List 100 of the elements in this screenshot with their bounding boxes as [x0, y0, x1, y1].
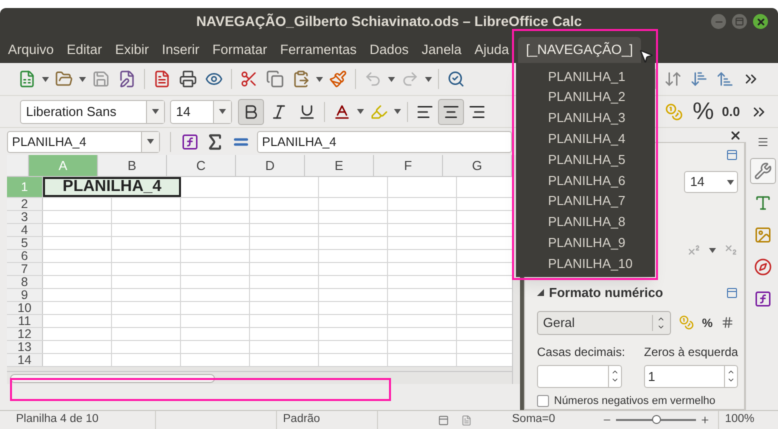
save-as-icon — [118, 70, 136, 88]
row-header[interactable]: 9 — [7, 289, 43, 301]
category-select[interactable]: Geral — [537, 310, 671, 334]
menu-item[interactable]: Arquivo — [8, 37, 54, 63]
function-wizard-icon[interactable] — [181, 132, 199, 150]
dropdown-item[interactable]: PLANILHA_3 — [516, 108, 655, 128]
caret-icon — [388, 76, 395, 82]
dropdown-item[interactable]: PLANILHA_1 — [516, 66, 655, 87]
dropdown-item[interactable]: PLANILHA_4 — [516, 128, 655, 150]
menu-item[interactable]: Editar — [66, 37, 102, 63]
dropdown-icon — [152, 109, 159, 114]
row-header[interactable]: 3 — [7, 211, 43, 223]
column-header[interactable]: E — [305, 155, 374, 176]
number-icon[interactable] — [720, 316, 734, 329]
caret-icon — [42, 76, 49, 82]
compass-icon — [754, 258, 772, 276]
page-style: Padrão — [282, 412, 322, 428]
menu-item[interactable]: [_NAVEGAÇÃO_] — [518, 37, 642, 63]
dropdown-item[interactable]: PLANILHA_6 — [516, 170, 655, 191]
menu-item[interactable]: Janela — [422, 37, 462, 63]
row-header[interactable]: 7 — [7, 263, 43, 275]
sidebar-font-size-combobox[interactable]: 14 — [684, 171, 738, 193]
percent-button[interactable]: % — [690, 98, 716, 124]
gallery-icon — [754, 226, 772, 244]
dropdown-item[interactable]: PLANILHA_10 — [516, 253, 655, 274]
align-center-button[interactable] — [438, 98, 464, 124]
menu-item[interactable]: Dados — [370, 37, 409, 63]
cut-icon — [240, 70, 258, 88]
zoom-level: 100% — [724, 412, 754, 428]
row-header[interactable]: 8 — [7, 276, 43, 288]
menu-icon[interactable] — [757, 136, 769, 148]
row-header[interactable]: 5 — [7, 237, 43, 249]
open-icon — [55, 70, 73, 88]
decimal-button[interactable]: 0.0 — [720, 102, 742, 122]
sidebar-font-size-text: 14 — [689, 173, 706, 191]
dropdown-item[interactable]: PLANILHA_7 — [516, 190, 655, 212]
column-header[interactable]: D — [236, 155, 305, 176]
dropdown-icon — [147, 139, 154, 144]
checkbox-label: Números negativos em vermelho — [554, 394, 716, 408]
save-icon — [92, 70, 110, 88]
font-name-combobox[interactable]: Liberation Sans — [20, 100, 165, 124]
clone-format-icon — [329, 70, 347, 88]
column-header[interactable]: C — [167, 155, 236, 176]
column-header[interactable]: G — [443, 155, 512, 176]
row-header[interactable]: 12 — [7, 328, 43, 340]
close-sidebar-icon[interactable] — [729, 128, 742, 142]
leading-zeros-field[interactable]: 1 — [644, 364, 738, 388]
decimal-places-field[interactable] — [537, 364, 622, 388]
sort-descending-icon — [690, 70, 708, 88]
spellcheck-icon — [447, 70, 465, 88]
redo-icon — [401, 70, 419, 88]
more-options-icon[interactable] — [726, 286, 738, 299]
field-label: Casas decimais: — [537, 344, 626, 360]
sidebar-scrollbar[interactable] — [744, 143, 746, 409]
row-header[interactable]: 11 — [7, 315, 43, 327]
dropdown-item[interactable]: PLANILHA_5 — [516, 149, 655, 170]
menu-item[interactable]: Formatar — [212, 37, 268, 63]
dropdown-item[interactable]: PLANILHA_8 — [516, 212, 655, 232]
menu-item[interactable]: Inserir — [162, 37, 200, 63]
checkbox[interactable] — [537, 394, 549, 407]
zoom-in-icon[interactable] — [700, 415, 710, 425]
menu-item[interactable]: Ajuda — [474, 37, 509, 63]
name-box[interactable]: PLANILHA_4 — [7, 130, 160, 152]
bold-button[interactable] — [238, 98, 264, 124]
row-header[interactable]: 10 — [7, 302, 43, 314]
close-button[interactable] — [753, 14, 768, 29]
copy-icon — [266, 70, 284, 88]
pdf-icon — [153, 70, 171, 88]
menu-item[interactable]: Exibir — [115, 37, 149, 63]
formula-input[interactable]: PLANILHA_4 — [257, 130, 512, 152]
row-header[interactable]: 6 — [7, 250, 43, 262]
italic-icon — [270, 102, 288, 120]
dropdown-item[interactable]: PLANILHA_2 — [516, 86, 655, 108]
caret-icon — [316, 76, 323, 82]
dropdown-icon — [726, 180, 734, 184]
row-header[interactable]: 14 — [7, 354, 43, 366]
zoom-thumb[interactable] — [652, 415, 661, 424]
field-label: Zeros à esquerda — [644, 344, 738, 360]
selection-mode-icon[interactable] — [438, 414, 449, 426]
new-icon — [18, 70, 36, 88]
row-header[interactable]: 2 — [7, 198, 43, 210]
dropdown-item[interactable]: PLANILHA_9 — [516, 232, 655, 254]
row-header[interactable]: 13 — [7, 341, 43, 353]
row-header[interactable]: 4 — [7, 224, 43, 236]
section-title: Formato numérico — [549, 284, 664, 302]
sidebar-tab[interactable] — [750, 158, 776, 184]
sheet-count: Planilha 4 de 10 — [15, 412, 100, 428]
menu-item[interactable]: Ferramentas — [280, 37, 357, 63]
merged-cell[interactable]: PLANILHA_4 — [43, 177, 181, 197]
expand-triangle-icon[interactable] — [537, 289, 544, 296]
column-header[interactable]: B — [98, 155, 167, 176]
font-color-icon — [333, 102, 351, 120]
more-options-icon[interactable] — [726, 149, 738, 161]
document-status-icon[interactable] — [461, 414, 472, 426]
percent-button[interactable]: % — [702, 314, 713, 332]
font-size-combobox[interactable]: 14 — [170, 100, 232, 124]
preview-icon — [205, 70, 223, 88]
close-icon — [756, 16, 766, 26]
pointer-icon — [638, 48, 654, 64]
column-header[interactable]: F — [374, 155, 443, 176]
